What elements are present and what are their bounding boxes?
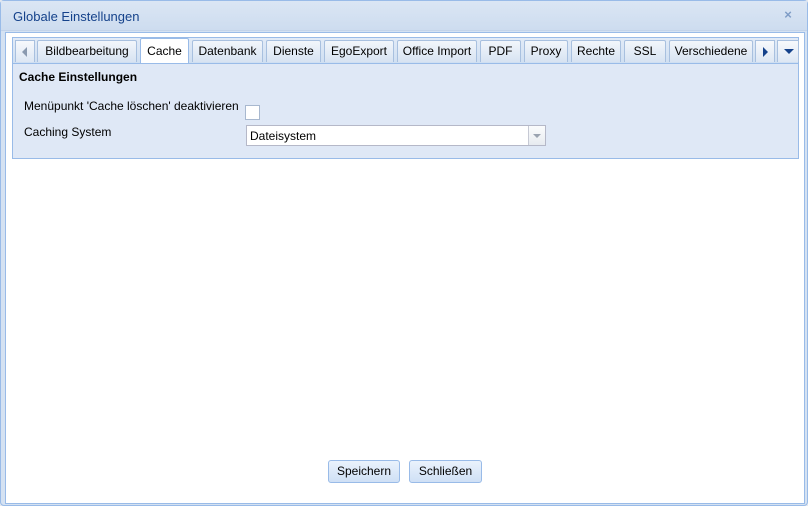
tab-strip: Bildbearbeitung Cache Datenbank Dienste … <box>12 37 799 64</box>
tab-ssl[interactable]: SSL <box>624 40 666 62</box>
tab-dienste[interactable]: Dienste <box>266 40 321 62</box>
dialog-titlebar[interactable]: Globale Einstellungen × <box>1 1 807 31</box>
close-icon[interactable]: × <box>781 7 795 23</box>
tab-pdf[interactable]: PDF <box>480 40 521 62</box>
tab-datenbank[interactable]: Datenbank <box>192 40 263 62</box>
tab-egoexport[interactable]: EgoExport <box>324 40 394 62</box>
panel-header: Cache Einstellungen <box>13 64 798 86</box>
settings-dialog: Globale Einstellungen × Bildbearbeitung … <box>0 0 808 506</box>
caching-system-select[interactable]: Dateisystem <box>246 125 546 146</box>
tab-proxy[interactable]: Proxy <box>524 40 568 62</box>
save-button[interactable]: Speichern <box>328 460 400 483</box>
cache-settings-panel: Cache Einstellungen Menüpunkt 'Cache lös… <box>12 63 799 159</box>
chevron-down-icon <box>784 49 794 54</box>
tab-cache[interactable]: Cache <box>140 38 189 64</box>
combo-trigger-button[interactable] <box>528 126 545 145</box>
dialog-title: Globale Einstellungen <box>13 9 140 24</box>
tab-rechte[interactable]: Rechte <box>571 40 621 62</box>
caching-system-value: Dateisystem <box>250 129 317 143</box>
tab-menu-button[interactable] <box>777 40 799 62</box>
dialog-body: Bildbearbeitung Cache Datenbank Dienste … <box>5 32 805 504</box>
tab-office-import[interactable]: Office Import <box>397 40 477 62</box>
triangle-left-icon <box>22 47 27 57</box>
close-button[interactable]: Schließen <box>409 460 482 483</box>
panel-title: Cache Einstellungen <box>19 70 138 84</box>
disable-clear-cache-label: Menüpunkt 'Cache löschen' deaktivieren <box>24 99 239 113</box>
caching-system-label: Caching System <box>24 125 112 139</box>
tab-scroll-left-button[interactable] <box>15 40 35 62</box>
tab-bildbearbeitung[interactable]: Bildbearbeitung <box>37 40 137 62</box>
triangle-right-icon <box>763 47 768 57</box>
chevron-down-icon <box>533 134 541 138</box>
tab-verschiedene[interactable]: Verschiedene <box>669 40 753 62</box>
tab-scroll-right-button[interactable] <box>755 40 775 62</box>
disable-clear-cache-checkbox[interactable] <box>245 105 260 120</box>
panel-body <box>13 86 798 158</box>
